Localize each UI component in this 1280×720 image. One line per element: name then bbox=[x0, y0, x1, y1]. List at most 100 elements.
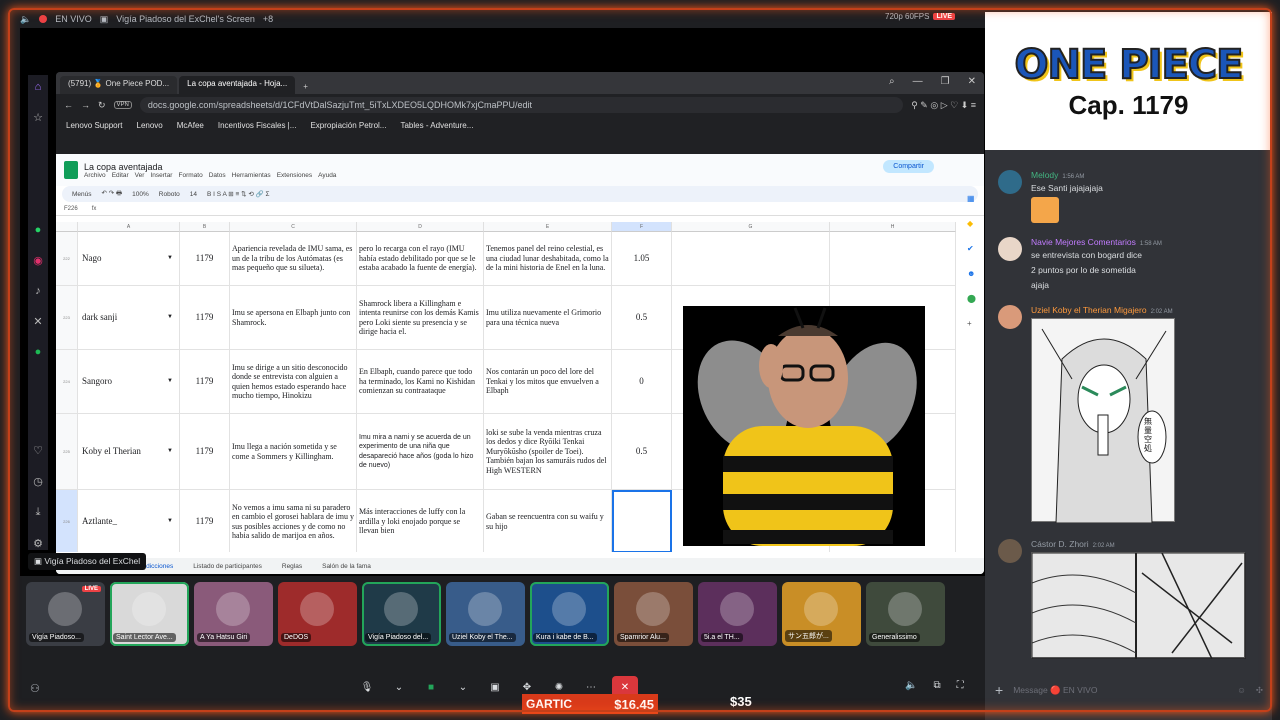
activity-icon[interactable]: ⚇ bbox=[30, 682, 40, 695]
zoom-select[interactable]: 100% bbox=[132, 191, 149, 198]
name-dropdown[interactable]: Sangoro ▼ bbox=[78, 350, 180, 413]
prediction-cell[interactable]: No vemos a imu sama ni su paradero en ca… bbox=[230, 490, 357, 552]
column-header[interactable]: B bbox=[180, 222, 230, 232]
cell-ref[interactable]: F226 bbox=[64, 206, 78, 212]
x-icon[interactable]: ✕ bbox=[33, 315, 42, 328]
bookmark-item[interactable]: Lenovo Support bbox=[66, 121, 123, 130]
spotify-icon[interactable]: ● bbox=[35, 346, 42, 358]
bookmark-item[interactable]: Expropiación Petrol... bbox=[310, 121, 386, 130]
sheet-tab[interactable]: Salón de la fama bbox=[322, 563, 371, 570]
vpn-badge[interactable]: VPN bbox=[113, 101, 132, 109]
prediction-cell[interactable]: Imu mira a nami y se acuerda de un exper… bbox=[357, 414, 484, 489]
column-header[interactable]: C bbox=[230, 222, 357, 232]
extensions-icon[interactable]: ⚲ ✎ ◎ ▷ ♡ ⬇ ≡ bbox=[911, 100, 976, 111]
tiktok-icon[interactable]: ♪ bbox=[35, 285, 41, 297]
prediction-cell[interactable]: En Elbaph, cuando parece que todo ha ter… bbox=[357, 350, 484, 413]
name-dropdown[interactable]: dark sanji ▼ bbox=[78, 286, 180, 349]
undo-icon[interactable]: ↶ ↷ 🖶 bbox=[102, 189, 123, 200]
instagram-icon[interactable]: ◉ bbox=[33, 254, 43, 267]
prediction-cell[interactable]: Nos contarán un poco del lore del Tenkai… bbox=[484, 350, 612, 413]
participant-tile[interactable]: Uziel Koby el The... bbox=[446, 582, 525, 646]
calendar-icon[interactable]: ▦ bbox=[967, 194, 976, 203]
tasks-icon[interactable]: ✔ bbox=[967, 244, 976, 253]
message-author[interactable]: Melody 1:56 AM bbox=[1031, 170, 1084, 180]
new-tab-button[interactable]: + bbox=[297, 79, 314, 94]
emoji-icon[interactable]: ☺ bbox=[1237, 685, 1246, 695]
avatar[interactable] bbox=[998, 237, 1022, 261]
bookmark-item[interactable]: Incentivos Fiscales |... bbox=[218, 121, 297, 130]
font-size-field[interactable]: 14 bbox=[190, 191, 197, 198]
prediction-cell[interactable]: Imu se dirige a un sitio desconocido don… bbox=[230, 350, 357, 413]
selected-score-cell[interactable] bbox=[612, 490, 672, 552]
prediction-cell[interactable]: Gaban se reencuentra con su waifu y su h… bbox=[484, 490, 612, 552]
sheet-tab[interactable]: Reglas bbox=[282, 563, 302, 570]
name-dropdown[interactable]: Koby el Therian ▼ bbox=[78, 414, 180, 489]
participant-tile[interactable]: Spamrior Alu... bbox=[614, 582, 693, 646]
volume-icon[interactable]: 🔈 bbox=[20, 14, 31, 25]
menu-item[interactable]: Ayuda bbox=[318, 172, 336, 179]
reload-icon[interactable]: ↻ bbox=[98, 100, 106, 111]
mic-chevron-icon[interactable]: ⌄ bbox=[388, 676, 410, 698]
column-header[interactable]: E bbox=[484, 222, 612, 232]
menu-item[interactable]: Extensiones bbox=[277, 172, 312, 179]
menu-item[interactable]: Editar bbox=[112, 172, 129, 179]
prediction-cell[interactable]: Imu se apersona en Elbaph junto con Sham… bbox=[230, 286, 357, 349]
popout-icon[interactable]: ⧉ bbox=[933, 680, 940, 691]
message-author[interactable]: Navie Mejores Comentarios 1:58 AM bbox=[1031, 237, 1162, 247]
participant-tile[interactable]: サン五郎が... bbox=[782, 582, 861, 646]
name-dropdown[interactable]: Nago ▼ bbox=[78, 232, 180, 285]
score-cell[interactable]: 0.5 bbox=[612, 286, 672, 349]
tab-youtube[interactable]: (5791) 🏅 One Piece POD... bbox=[60, 76, 178, 94]
prediction-cell[interactable]: Imu utiliza nuevamente el Grimorio para … bbox=[484, 286, 612, 349]
format-icons[interactable]: B I S A ⊞ ≡ ⇅ ⟲ 🔗 Σ bbox=[207, 190, 270, 198]
chapter-cell[interactable]: 1179 bbox=[180, 286, 230, 349]
manga-landscape-image[interactable] bbox=[1031, 552, 1247, 660]
doc-title[interactable]: La copa aventajada bbox=[84, 162, 336, 172]
menu-item[interactable]: Herramientas bbox=[232, 172, 271, 179]
name-dropdown[interactable]: Aztlante_ ▼ bbox=[78, 490, 180, 552]
sheet-tab[interactable]: Listado de participantes bbox=[193, 563, 262, 570]
menu-item[interactable]: Formato bbox=[178, 172, 202, 179]
participant-tile[interactable]: Generalissimo bbox=[866, 582, 945, 646]
avatar[interactable] bbox=[998, 170, 1022, 194]
avatar[interactable] bbox=[998, 305, 1022, 329]
settings-icon[interactable]: ⚙ bbox=[33, 537, 43, 550]
prediction-cell[interactable]: Imu llega a nación sometida y se come a … bbox=[230, 414, 357, 489]
whatsapp-icon[interactable]: ● bbox=[35, 224, 42, 236]
camera-icon[interactable]: ■ bbox=[420, 676, 442, 698]
menu-item[interactable]: Datos bbox=[209, 172, 226, 179]
corner-cell[interactable] bbox=[56, 222, 78, 232]
volume-icon[interactable]: 🔈 bbox=[905, 680, 917, 691]
row-number[interactable]: 225 bbox=[56, 414, 78, 489]
menu-item[interactable]: Ver bbox=[135, 172, 145, 179]
participant-tile[interactable]: Vigía Piadoso del... bbox=[362, 582, 441, 646]
chapter-cell[interactable]: 1179 bbox=[180, 414, 230, 489]
menu-item[interactable]: Insertar bbox=[150, 172, 172, 179]
participant-tile[interactable]: 5i.a el TH... bbox=[698, 582, 777, 646]
contacts-icon[interactable]: ☻ bbox=[967, 269, 976, 278]
back-icon[interactable]: ← bbox=[64, 100, 73, 110]
prediction-cell[interactable]: Apariencia revelada de IMU sama, es un d… bbox=[230, 232, 357, 285]
score-cell[interactable]: 0 bbox=[612, 350, 672, 413]
message-author[interactable]: Cástor D. Zhori 2:02 AM bbox=[1031, 539, 1115, 549]
row-number[interactable]: 224 bbox=[56, 350, 78, 413]
empty-cell[interactable] bbox=[672, 232, 830, 285]
participant-tile[interactable]: Kura i kabe de B... bbox=[530, 582, 609, 646]
score-cell[interactable]: 1.05 bbox=[612, 232, 672, 285]
prediction-cell[interactable]: Más interacciones de luffy con la ardill… bbox=[357, 490, 484, 552]
bookmark-item[interactable]: Lenovo bbox=[137, 121, 163, 130]
avatar[interactable] bbox=[998, 539, 1022, 563]
attach-plus-icon[interactable]: + bbox=[995, 682, 1003, 698]
search-icon[interactable]: ⌕ bbox=[889, 76, 895, 87]
history-icon[interactable]: ◷ bbox=[33, 475, 43, 488]
prediction-cell[interactable]: pero lo recarga con el rayo (IMU había e… bbox=[357, 232, 484, 285]
empty-cell[interactable] bbox=[830, 232, 956, 285]
camera-chevron-icon[interactable]: ⌄ bbox=[452, 676, 474, 698]
font-select[interactable]: Roboto bbox=[159, 191, 180, 198]
mic-icon[interactable]: 🎙 bbox=[356, 676, 378, 698]
share-screen-icon[interactable]: ▣ bbox=[484, 676, 506, 698]
menus-button[interactable]: Menús bbox=[72, 191, 92, 198]
maps-icon[interactable]: ⬤ bbox=[967, 294, 976, 303]
prediction-cell[interactable]: Shamrock libera a Killingham e intenta r… bbox=[357, 286, 484, 349]
row-number[interactable]: 226 bbox=[56, 490, 78, 552]
